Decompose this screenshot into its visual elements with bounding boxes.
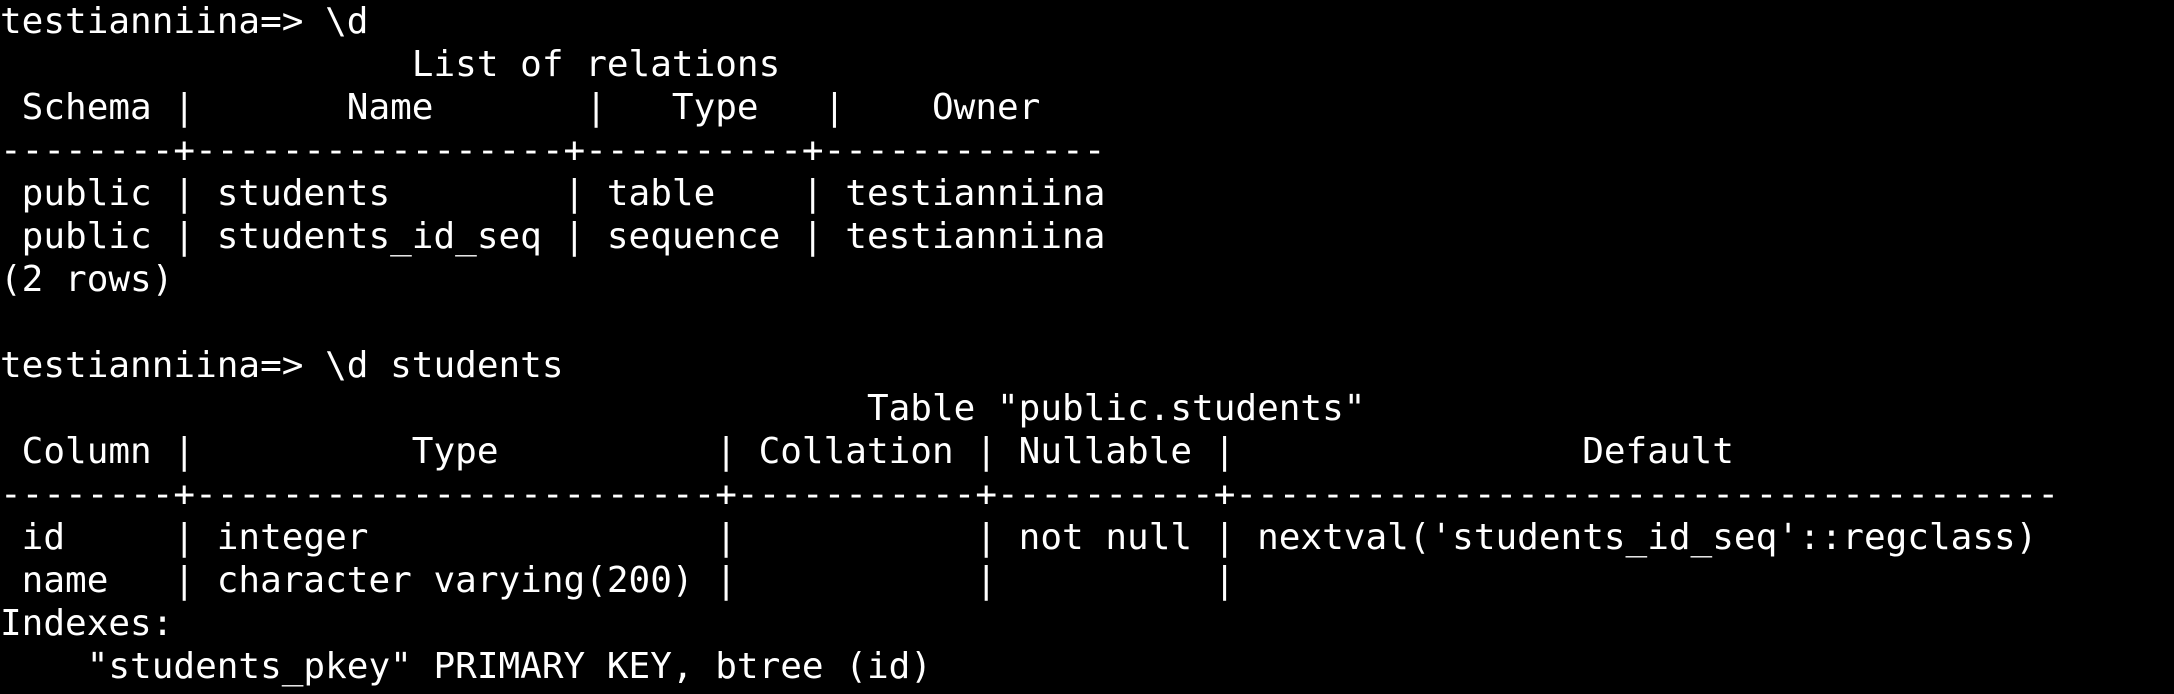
relations-title: List of relations xyxy=(0,44,781,85)
index-entry: "students_pkey" PRIMARY KEY, btree (id) xyxy=(0,646,932,687)
columns-separator: --------+------------------------+------… xyxy=(0,474,2060,515)
relations-row: public | students_id_seq | sequence | te… xyxy=(0,216,1106,257)
table-title: Table "public.students" xyxy=(0,388,1366,429)
relations-separator: --------+-----------------+----------+--… xyxy=(0,130,1106,171)
relations-header: Schema | Name | Type | Owner xyxy=(0,87,1041,128)
column-row: name | character varying(200) | | | xyxy=(0,560,1236,601)
prompt-line: testianniina=> \d xyxy=(0,1,369,42)
relations-row: public | students | table | testianniina xyxy=(0,173,1106,214)
column-row: id | integer | | not null | nextval('stu… xyxy=(0,517,2038,558)
prompt-line: testianniina=> \d students xyxy=(0,345,564,386)
terminal-window[interactable]: testianniina=> \d List of relations Sche… xyxy=(0,0,2174,694)
indexes-heading: Indexes: xyxy=(0,603,174,644)
relations-row-count: (2 rows) xyxy=(0,259,174,300)
columns-header: Column | Type | Collation | Nullable | D… xyxy=(0,431,1734,472)
